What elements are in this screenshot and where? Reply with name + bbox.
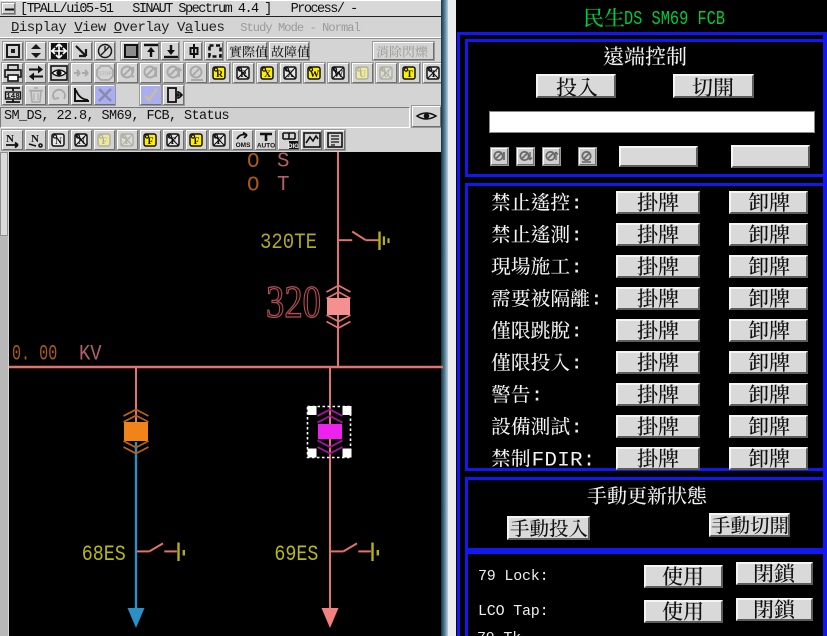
svg-text:F: F xyxy=(148,137,154,147)
svg-text:0. 00: 0. 00 xyxy=(12,342,57,367)
svg-text:T: T xyxy=(407,70,414,80)
svg-text:320: 320 xyxy=(266,276,321,327)
svg-text:320TE: 320TE xyxy=(260,230,317,255)
svg-text:69ES: 69ES xyxy=(274,541,318,566)
svg-text:F: F xyxy=(194,137,200,147)
svg-text:X: X xyxy=(264,70,271,80)
svg-text:68ES: 68ES xyxy=(82,541,126,566)
svg-text:S: S xyxy=(277,152,290,174)
svg-text:STOP: STOP xyxy=(98,72,112,78)
svg-text:U: U xyxy=(359,70,366,80)
svg-text:T: T xyxy=(277,174,290,197)
svg-text:W: W xyxy=(310,70,320,80)
svg-text:DIG: DIG xyxy=(288,144,299,149)
svg-text:N: N xyxy=(55,137,62,147)
svg-text:KV: KV xyxy=(79,342,102,367)
svg-text:F: F xyxy=(102,137,108,147)
svg-text:O: O xyxy=(247,175,260,198)
svg-text:148: 148 xyxy=(6,93,20,101)
svg-text:N: N xyxy=(6,133,14,145)
svg-text:N: N xyxy=(31,133,39,145)
svg-text:O: O xyxy=(247,152,260,174)
svg-text:OMS: OMS xyxy=(236,142,251,149)
svg-text:R: R xyxy=(216,70,223,80)
svg-text:AUTO: AUTO xyxy=(257,143,275,150)
